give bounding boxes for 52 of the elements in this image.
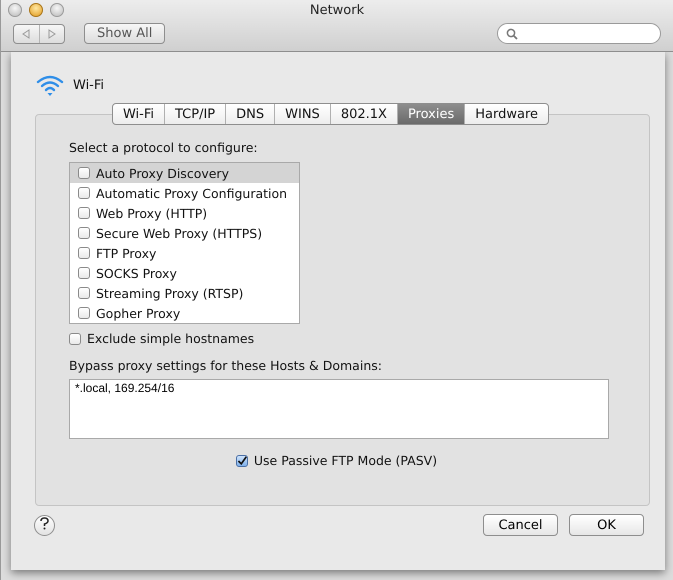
protocol-row[interactable]: Automatic Proxy Configuration xyxy=(70,183,299,203)
checkbox[interactable] xyxy=(78,287,90,299)
minimize-button[interactable] xyxy=(29,3,43,17)
protocol-row[interactable]: Streaming Proxy (RTSP) xyxy=(70,283,299,303)
search-field[interactable] xyxy=(497,23,661,44)
checkbox-label: Streaming Proxy (RTSP) xyxy=(96,286,244,300)
checkbox[interactable] xyxy=(78,247,90,259)
show-all-button[interactable]: Show All xyxy=(84,23,166,44)
left-triangle-icon xyxy=(22,28,30,38)
checkbox[interactable] xyxy=(78,167,90,179)
zoom-button[interactable] xyxy=(50,3,64,17)
tab[interactable]: TCP/IP xyxy=(164,104,226,124)
dialog-button[interactable]: Cancel xyxy=(483,514,558,536)
dialog-button[interactable]: OK xyxy=(569,514,644,536)
checkbox-label: Auto Proxy Discovery xyxy=(96,166,229,180)
tab[interactable]: Wi-Fi xyxy=(112,104,164,124)
protocol-row[interactable]: Web Proxy (HTTP) xyxy=(70,203,299,223)
close-button[interactable] xyxy=(8,3,22,17)
right-triangle-icon xyxy=(48,28,56,38)
help-button[interactable] xyxy=(34,514,55,536)
checkbox-label: Exclude simple hostnames xyxy=(87,331,254,346)
checkbox-label: SOCKS Proxy xyxy=(96,266,177,280)
protocol-row[interactable]: FTP Proxy xyxy=(70,243,299,263)
service-name: Wi-Fi xyxy=(73,78,104,92)
checkbox[interactable] xyxy=(236,454,248,466)
protocol-row[interactable]: Auto Proxy Discovery xyxy=(70,163,299,183)
checkbox-label: FTP Proxy xyxy=(96,246,156,260)
question-mark-icon xyxy=(40,516,49,530)
window-title: Network xyxy=(308,2,366,18)
checkbox-label: Automatic Proxy Configuration xyxy=(96,186,288,200)
checkbox[interactable] xyxy=(78,307,90,319)
protocol-label: Select a protocol to configure: xyxy=(69,140,258,155)
checkbox-label: Gopher Proxy xyxy=(96,306,180,320)
checkbox[interactable] xyxy=(78,267,90,279)
tab[interactable]: WINS xyxy=(274,104,330,124)
protocol-row[interactable]: SOCKS Proxy xyxy=(70,263,299,283)
checkbox[interactable] xyxy=(78,187,90,199)
checkbox[interactable] xyxy=(78,227,90,239)
checkbox-label: Use Passive FTP Mode (PASV) xyxy=(254,453,438,468)
bypass-field[interactable]: *.local, 169.254/16 xyxy=(69,379,609,439)
tab[interactable]: DNS xyxy=(225,104,274,124)
search-icon xyxy=(506,28,518,40)
tab[interactable]: Proxies xyxy=(396,104,464,124)
protocol-row[interactable]: Gopher Proxy xyxy=(70,303,299,323)
wifi-icon xyxy=(35,73,65,97)
bypass-label: Bypass proxy settings for these Hosts & Domains: xyxy=(69,358,382,373)
protocol-row[interactable]: Secure Web Proxy (HTTPS) xyxy=(70,223,299,243)
checkbox-label: Web Proxy (HTTP) xyxy=(96,206,208,220)
tab[interactable]: Hardware xyxy=(464,104,548,124)
checkbox[interactable] xyxy=(78,207,90,219)
checkbox-label: Secure Web Proxy (HTTPS) xyxy=(96,226,262,240)
checkbox[interactable] xyxy=(69,332,81,344)
